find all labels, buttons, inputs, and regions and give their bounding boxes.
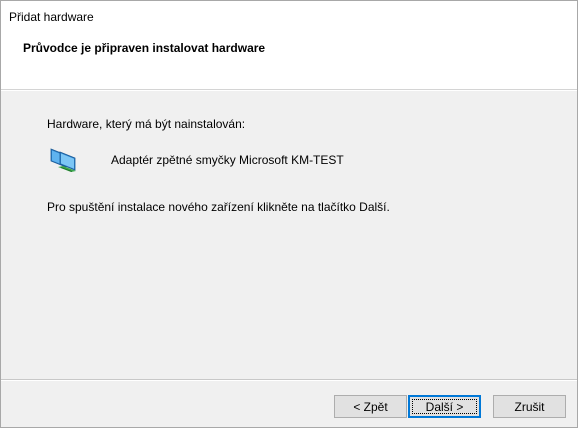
- footer-divider: [1, 379, 577, 381]
- device-name: Adaptér zpětné smyčky Microsoft KM-TEST: [111, 153, 344, 167]
- cancel-button-label: Zrušit: [514, 399, 545, 414]
- wizard-header: Přidat hardware Průvodce je připraven in…: [1, 1, 577, 89]
- back-button[interactable]: < Zpět: [334, 395, 407, 418]
- focus-rectangle: [412, 399, 477, 414]
- header-divider: [1, 89, 577, 91]
- instruction-text: Pro spuštění instalace nového zařízení k…: [47, 200, 390, 214]
- back-button-label: < Zpět: [353, 399, 388, 414]
- hardware-label: Hardware, který má být nainstalován:: [47, 117, 246, 131]
- next-button[interactable]: Další >: [408, 395, 481, 418]
- network-adapter-icon: [50, 148, 76, 172]
- add-hardware-dialog: Přidat hardware Průvodce je připraven in…: [0, 0, 578, 428]
- wizard-heading: Průvodce je připraven instalovat hardwar…: [23, 41, 266, 55]
- window-title: Přidat hardware: [9, 10, 94, 24]
- cancel-button[interactable]: Zrušit: [493, 395, 566, 418]
